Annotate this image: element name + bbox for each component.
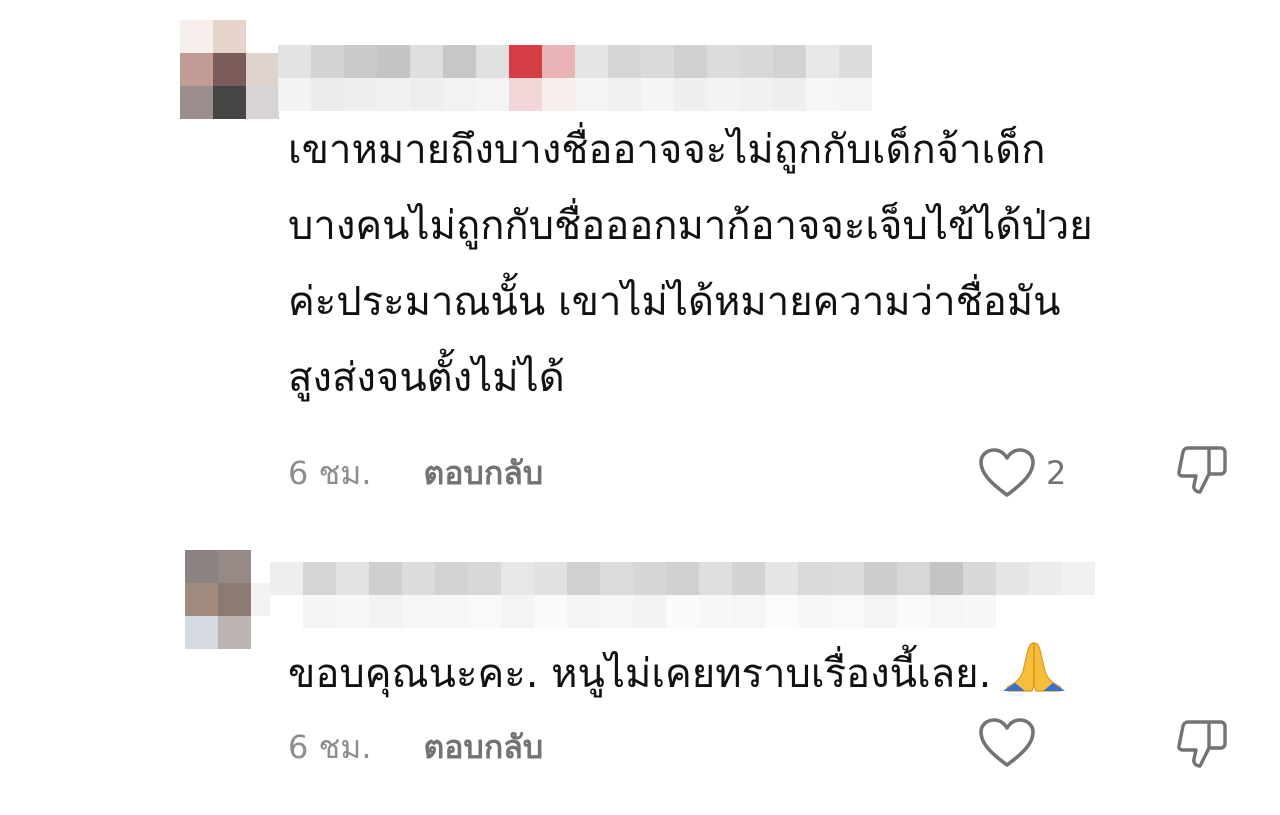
reply-button[interactable]: ตอบกลับ (424, 722, 544, 773)
username-redacted[interactable] (278, 45, 872, 111)
comment-line: ค่ะประมาณนั้น เขาไม่ได้หมายความว่าชื่อมั… (288, 279, 1061, 325)
comment-item: เขาหมายถึงบางชื่ออาจจะไม่ถูกกับเด็กจ้าเด… (0, 0, 1280, 510)
like-area (978, 717, 1046, 769)
avatar[interactable] (180, 20, 279, 119)
heart-outline-icon[interactable] (978, 447, 1036, 499)
comment-timestamp: 6 ชม. (288, 454, 372, 492)
comment-line: สูงส่งจนตั้งไม่ได้ (288, 355, 565, 401)
reply-button[interactable]: ตอบกลับ (424, 448, 544, 499)
heart-outline-icon[interactable] (978, 717, 1036, 769)
comment-text: เขาหมายถึงบางชื่ออาจจะไม่ถูกกับเด็กจ้าเด… (288, 112, 1093, 416)
comment-line: บางคนไม่ถูกกับชื่อออกมาก้อาจจะเจ็บไข้ได้… (288, 203, 1093, 249)
thumbs-down-icon[interactable] (1175, 444, 1229, 502)
like-area: 2 (978, 447, 1066, 499)
comment-text: ขอบคุณนะคะ. หนูไม่เคยทราบเรื่องนี้เลย. (288, 636, 1067, 718)
like-count: 2 (1046, 454, 1067, 492)
comment-meta: 6 ชม. ตอบกลับ (288, 448, 543, 499)
username-redacted[interactable] (270, 562, 1095, 628)
comment-item: ขอบคุณนะคะ. หนูไม่เคยทราบเรื่องนี้เลย. 6… (0, 520, 1280, 815)
thumbs-down-icon[interactable] (1175, 718, 1229, 776)
folded-hands-emoji (1001, 641, 1067, 718)
comment-meta: 6 ชม. ตอบกลับ (288, 722, 543, 773)
comment-line: เขาหมายถึงบางชื่ออาจจะไม่ถูกกับเด็กจ้าเด… (288, 127, 1046, 173)
comment-timestamp: 6 ชม. (288, 728, 372, 766)
comment-line: ขอบคุณนะคะ. หนูไม่เคยทราบเรื่องนี้เลย. (288, 651, 992, 697)
